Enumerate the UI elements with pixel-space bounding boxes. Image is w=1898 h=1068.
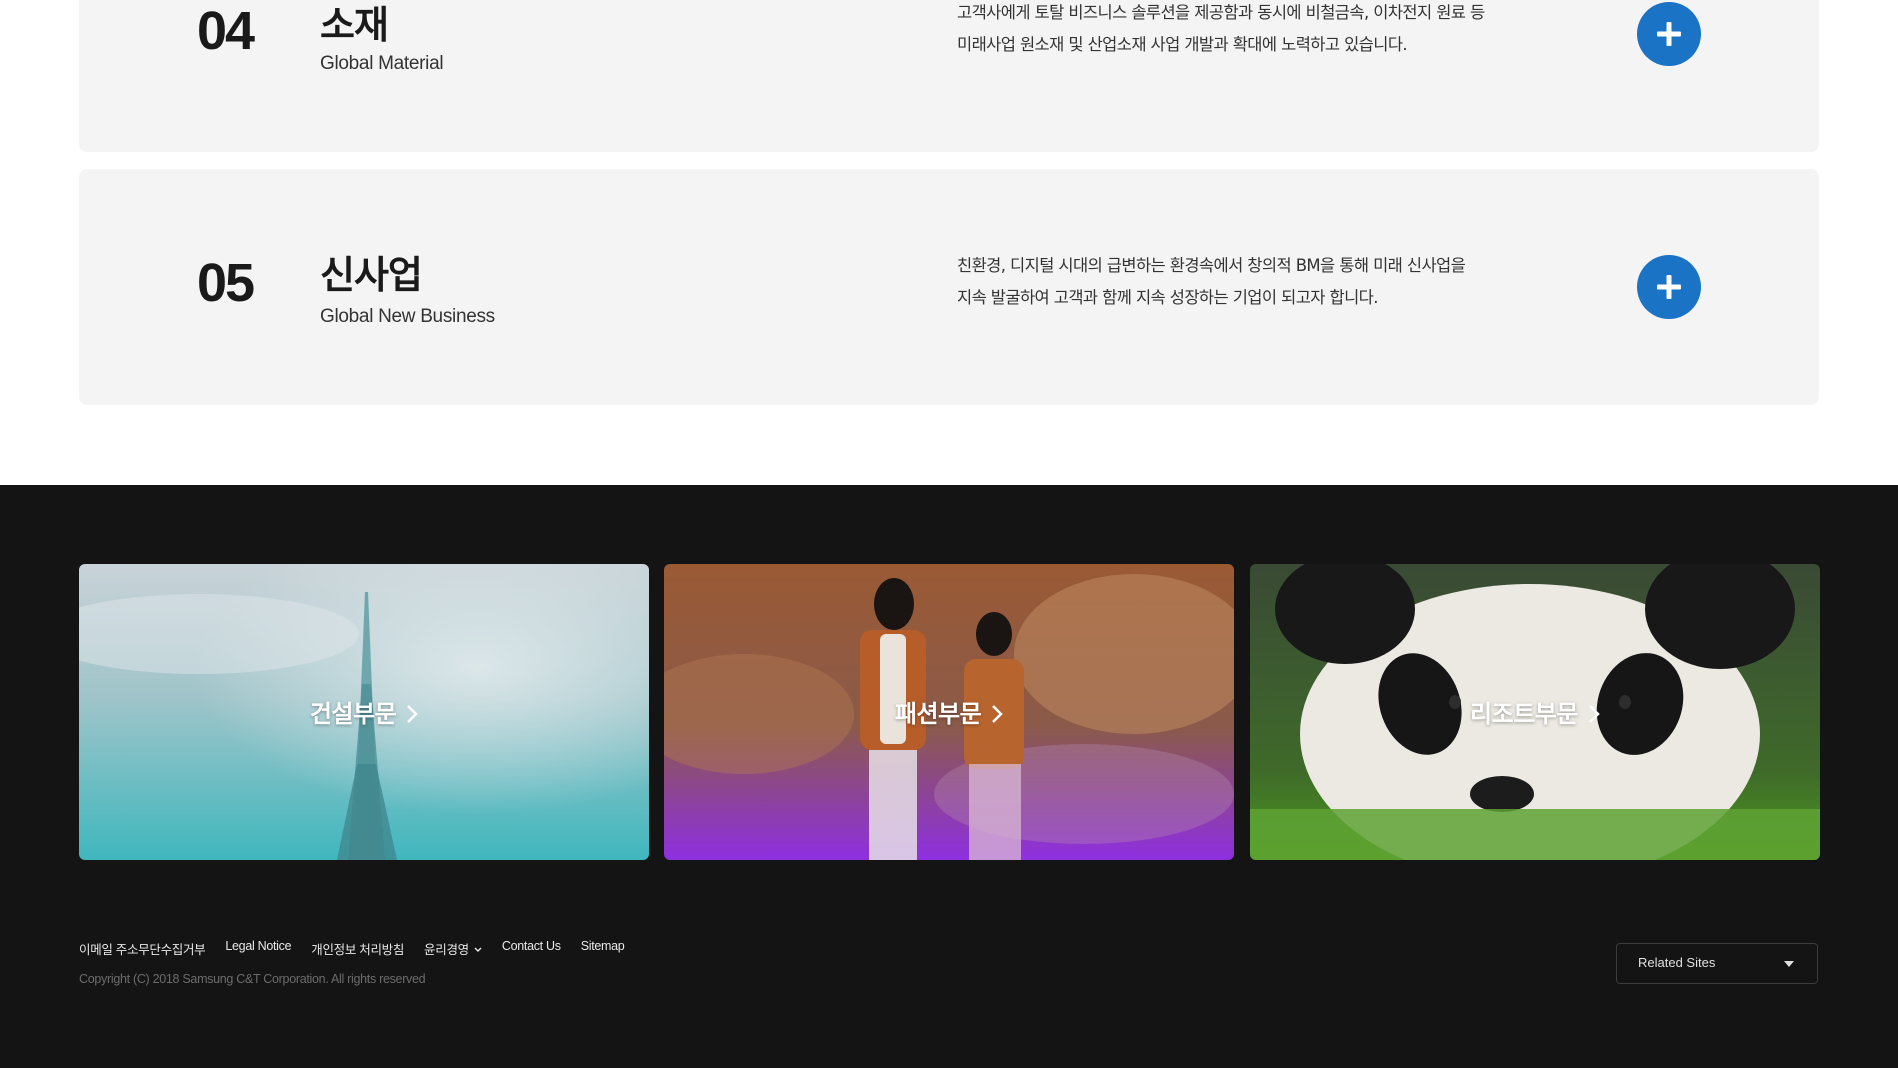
- footer-link-ethics-management[interactable]: 윤리경영: [424, 939, 482, 958]
- plus-icon: [1657, 275, 1681, 299]
- related-sites-select[interactable]: Related Sites: [1616, 943, 1818, 984]
- business-description-line: 미래사업 원소재 및 산업소재 사업 개발과 확대에 노력하고 있습니다.: [957, 35, 1408, 54]
- division-label-text: 건설부문: [309, 700, 397, 728]
- footer-link-privacy-policy[interactable]: 개인정보 처리방침: [311, 939, 404, 958]
- footer-link-email-policy[interactable]: 이메일 주소무단수집거부: [79, 939, 206, 958]
- business-subtitle: Global New Business: [320, 306, 495, 327]
- business-title: 소재: [320, 3, 389, 47]
- chevron-down-icon: [474, 947, 482, 952]
- chevron-right-icon: [1589, 705, 1600, 723]
- business-title: 신사업: [320, 253, 423, 297]
- chevron-right-icon: [407, 705, 418, 723]
- expand-button[interactable]: [1637, 2, 1701, 66]
- business-card-material: 04 소재 Global Material 고객사에게 토탈 비즈니스 솔루션을…: [79, 0, 1819, 152]
- related-sites-label: Related Sites: [1638, 955, 1716, 970]
- business-number: 04: [197, 1, 255, 61]
- business-number: 05: [197, 253, 255, 313]
- footer-nav: 이메일 주소무단수집거부 Legal Notice 개인정보 처리방침 윤리경영…: [79, 939, 625, 958]
- business-description-line: 고객사에게 토탈 비즈니스 솔루션을 제공함과 동시에 비철금속, 이차전지 원…: [957, 3, 1485, 22]
- division-label-text: 패션부문: [894, 700, 982, 728]
- division-label-text: 리조트부문: [1470, 700, 1578, 728]
- business-description: 고객사에게 토탈 비즈니스 솔루션을 제공함과 동시에 비철금속, 이차전지 원…: [957, 0, 1597, 61]
- footer-link-contact-us[interactable]: Contact Us: [502, 939, 561, 958]
- copyright-text: Copyright (C) 2018 Samsung C&T Corporati…: [79, 972, 426, 986]
- footer-link-ethics-label: 윤리경영: [424, 943, 469, 957]
- division-label: 건설부문: [79, 694, 649, 729]
- business-description-line: 친환경, 디지털 시대의 급변하는 환경속에서 창의적 BM을 통해 미래 신사…: [957, 256, 1466, 275]
- business-list: 04 소재 Global Material 고객사에게 토탈 비즈니스 솔루션을…: [0, 0, 1898, 485]
- business-subtitle: Global Material: [320, 53, 444, 74]
- chevron-right-icon: [992, 705, 1003, 723]
- business-description: 친환경, 디지털 시대의 급변하는 환경속에서 창의적 BM을 통해 미래 신사…: [957, 250, 1597, 314]
- expand-button[interactable]: [1637, 255, 1701, 319]
- division-card-resort[interactable]: 리조트부문: [1250, 564, 1820, 860]
- site-footer: 건설부문 패션부문 리조트부문 이메일 주소무단수집거부 Legal Notic…: [0, 485, 1898, 1068]
- footer-link-sitemap[interactable]: Sitemap: [581, 939, 625, 958]
- division-label: 리조트부문: [1250, 694, 1820, 729]
- business-description-line: 지속 발굴하여 고객과 함께 지속 성장하는 기업이 되고자 합니다.: [957, 288, 1378, 307]
- division-card-fashion[interactable]: 패션부문: [664, 564, 1234, 860]
- division-card-construction[interactable]: 건설부문: [79, 564, 649, 860]
- business-card-new-business: 05 신사업 Global New Business 친환경, 디지털 시대의 …: [79, 169, 1819, 405]
- division-label: 패션부문: [664, 694, 1234, 729]
- plus-icon: [1657, 22, 1681, 46]
- caret-down-icon: [1784, 961, 1794, 967]
- footer-link-legal-notice[interactable]: Legal Notice: [225, 939, 291, 958]
